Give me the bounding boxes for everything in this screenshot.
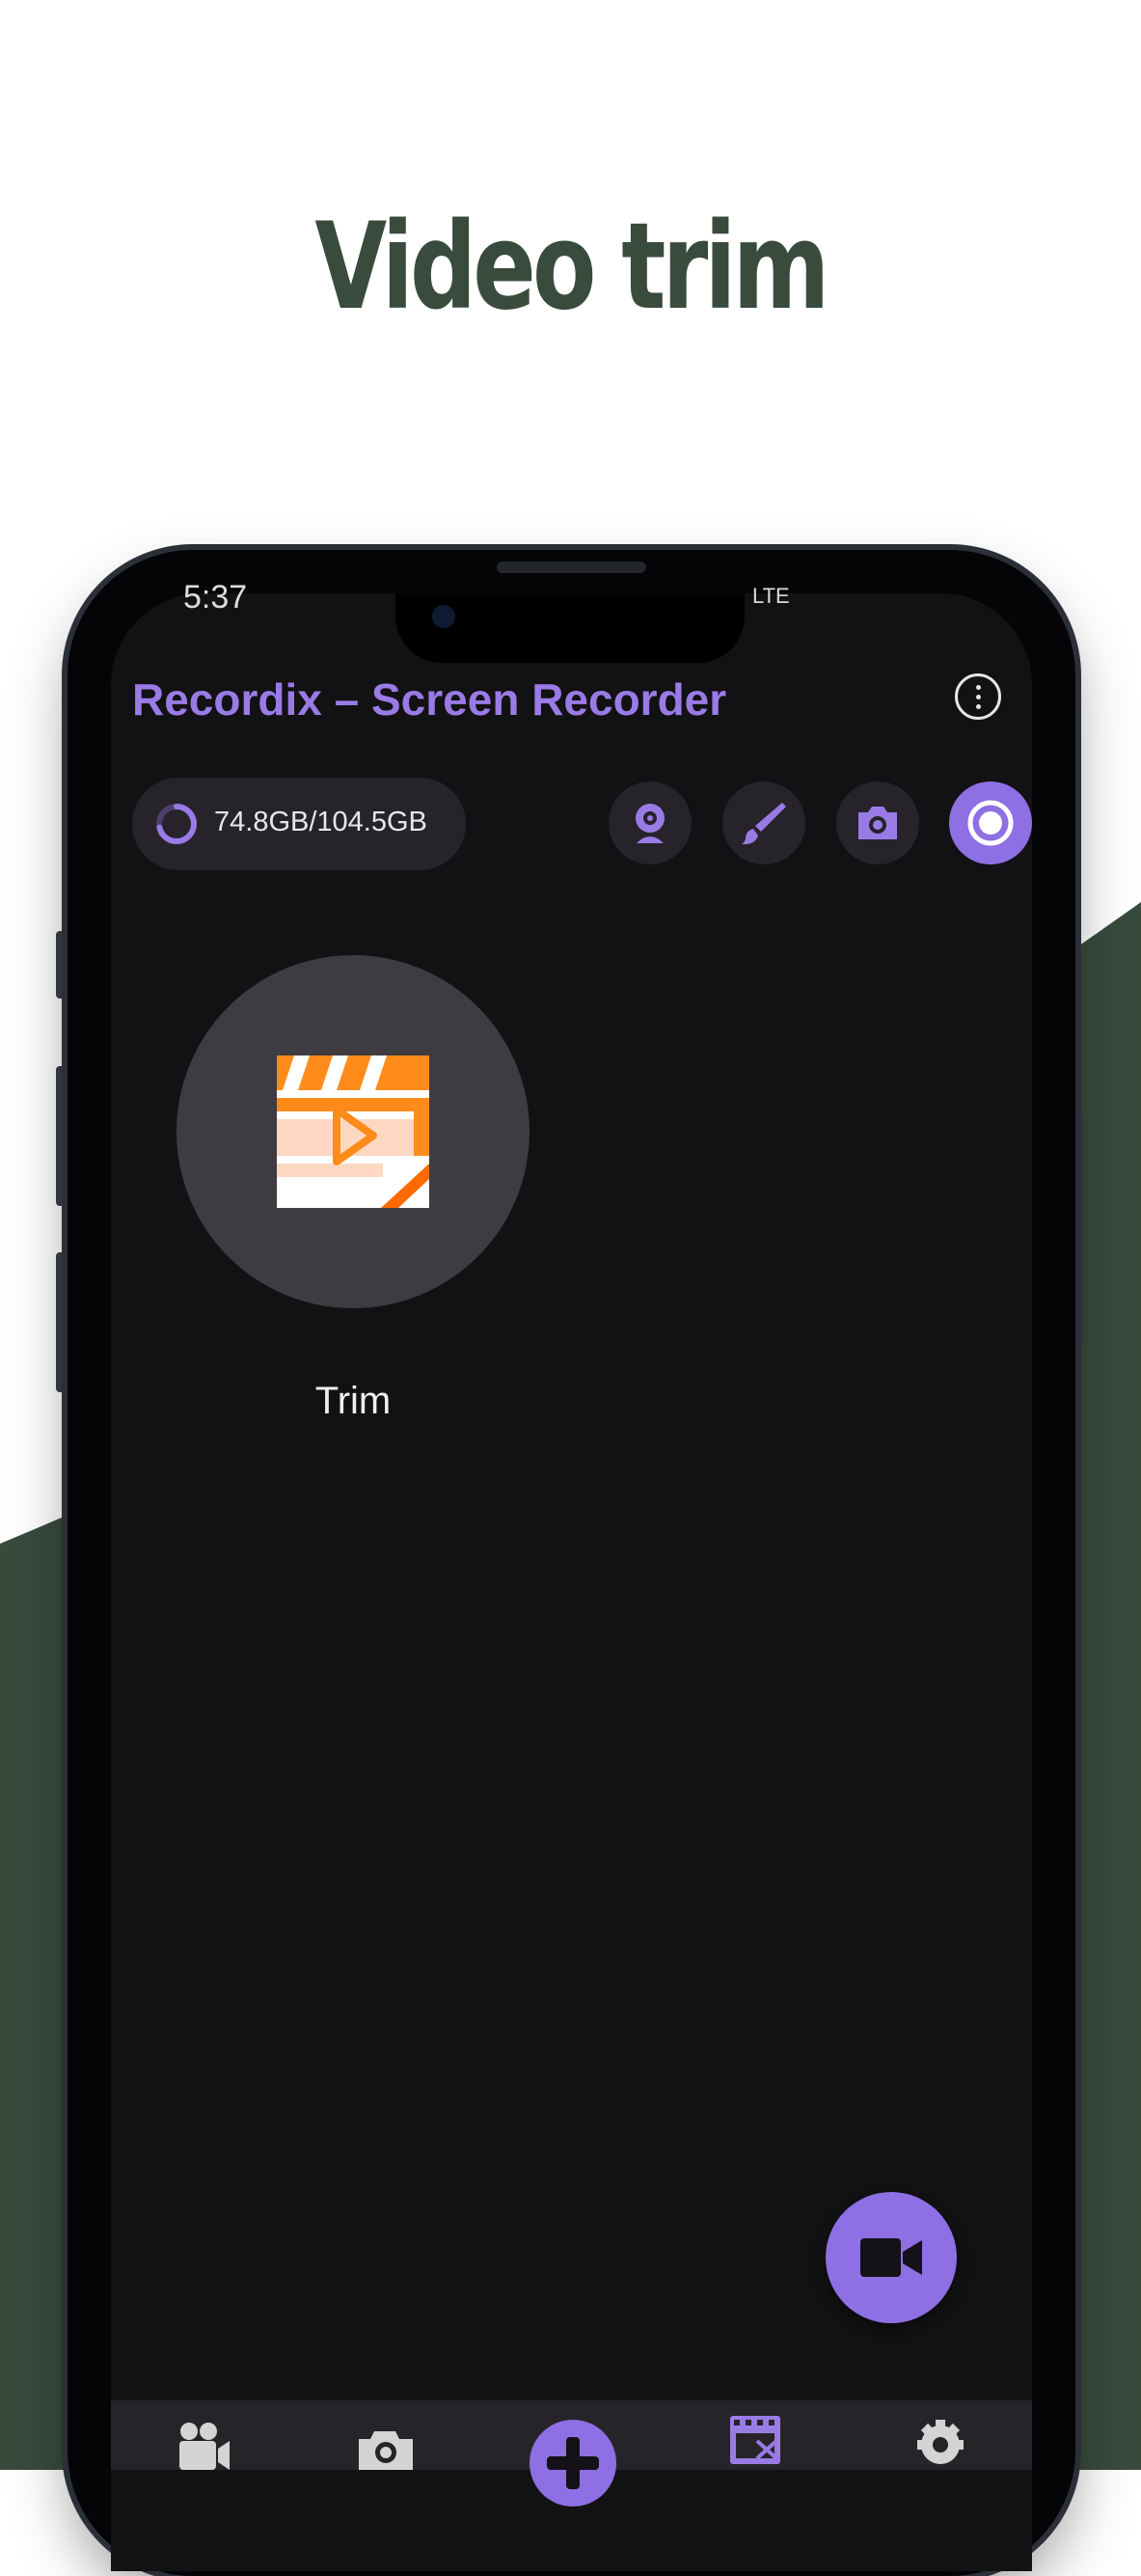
nav-add-button[interactable]: [530, 2420, 616, 2507]
record-button[interactable]: [949, 781, 1032, 864]
video-trim-icon: [277, 1055, 429, 1208]
start-recording-fab[interactable]: [826, 2192, 957, 2323]
record-icon: [967, 800, 1014, 846]
video-editor-icon: [730, 2416, 780, 2464]
webcam-icon: [636, 804, 665, 843]
settings-icon: [917, 2420, 964, 2464]
status-network: LTE: [752, 584, 790, 608]
storage-indicator: 74.8GB/104.5GB: [132, 778, 466, 870]
phone-notch: [395, 593, 745, 663]
phone-speaker: [497, 562, 646, 573]
brush-button[interactable]: [722, 781, 805, 864]
phone-volume-up: [56, 1066, 68, 1206]
screenshot-icon: [359, 2431, 413, 2470]
phone-mute-switch: [56, 931, 68, 999]
more-vert-icon[interactable]: [955, 673, 1001, 720]
nav-settings[interactable]: [911, 2412, 969, 2475]
video-icon: [179, 2423, 230, 2470]
camera-icon: [858, 807, 897, 839]
phone-volume-down: [56, 1252, 68, 1392]
promo-headline: Video trim: [314, 198, 829, 337]
trim-feature-label: Trim: [314, 1380, 392, 1422]
brush-icon: [742, 803, 786, 845]
nav-editor[interactable]: [728, 2412, 786, 2475]
app-title: Recordix – Screen Recorder: [132, 674, 727, 725]
nav-screenshots[interactable]: [357, 2412, 415, 2475]
status-time: 5:37: [183, 579, 248, 616]
screenshot-button[interactable]: [836, 781, 919, 864]
storage-text: 74.8GB/104.5GB: [214, 807, 427, 837]
storage-ring-icon: [156, 804, 197, 844]
webcam-button[interactable]: [609, 781, 692, 864]
video-camera-icon: [860, 2238, 922, 2277]
nav-videos[interactable]: [174, 2412, 231, 2475]
add-icon: [547, 2437, 599, 2489]
front-camera: [432, 605, 455, 628]
